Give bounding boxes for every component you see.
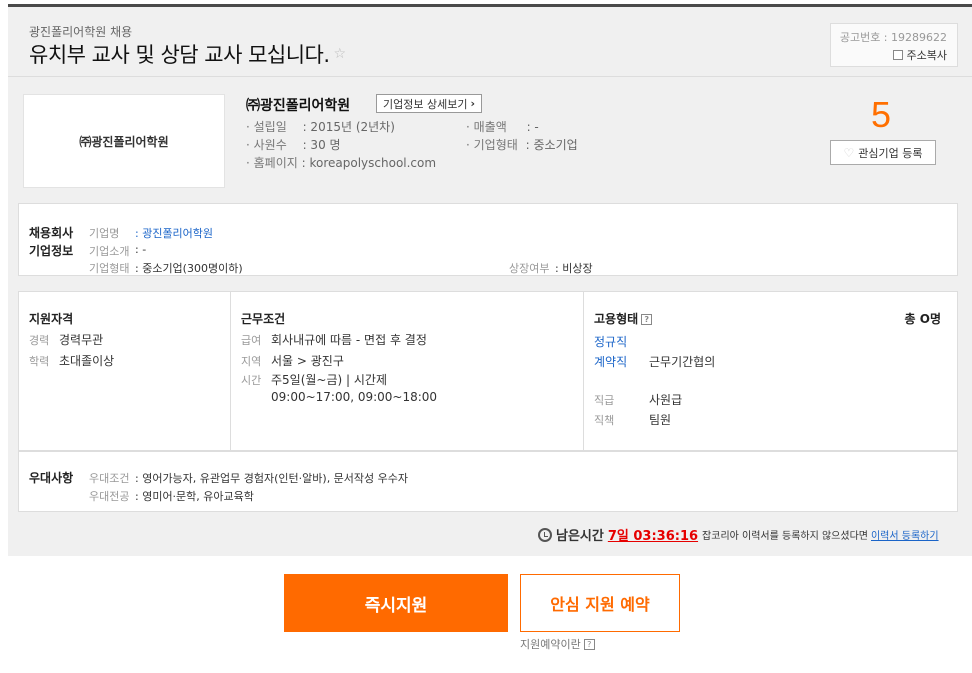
copy-icon	[892, 50, 903, 60]
reserve-apply-button[interactable]: 안심 지원 예약	[520, 574, 680, 632]
contract-note: 근무기간협의	[649, 355, 716, 369]
revenue-row: · 매출액 : -	[466, 118, 539, 135]
founded-value: : 2015년 (2년차)	[302, 120, 395, 134]
homepage-label: · 홈페이지	[246, 156, 298, 170]
copy-address-label: 주소복사	[906, 49, 947, 62]
notice-box: 공고번호 : 19289622 주소복사	[830, 23, 958, 67]
remaining-time-label: 남은시간	[556, 529, 604, 544]
homepage-row: · 홈페이지 : koreapolyschool.com	[246, 154, 436, 171]
revenue-label: · 매출액	[466, 120, 507, 134]
company-intro-value: : -	[135, 243, 147, 256]
company-name[interactable]: ㈜광진폴리어학원	[246, 95, 350, 115]
preference-cond-label: 우대조건	[89, 472, 130, 485]
company-intro-label: 기업소개	[89, 245, 130, 258]
salary-value: 회사내규에 따름 - 면접 후 결정	[271, 333, 427, 347]
preference-major-value: : 영미어·문학, 유아교육학	[135, 490, 254, 503]
time-label: 시간	[241, 374, 262, 387]
employees-value: : 30 명	[302, 138, 341, 152]
preference-cond-value: : 영어가능자, 유관업무 경험자(인턴·알바), 문서작성 우수자	[135, 472, 409, 485]
career-value: 경력무관	[59, 333, 104, 347]
location-value: 서울 > 광진구	[271, 354, 344, 368]
resume-note: 잡코리아 이력서를 등록하지 않으셨다면	[702, 531, 868, 542]
preference-box: 우대사항 우대조건 : 영어가능자, 유관업무 경험자(인턴·알바), 문서작성…	[18, 451, 958, 512]
company-form-label: 기업형태	[89, 262, 130, 275]
listing-value: : 비상장	[555, 262, 593, 275]
education-value: 초대졸이상	[59, 354, 115, 368]
rank-label: 직급	[594, 394, 615, 407]
chevron-right-icon: ›	[470, 97, 476, 110]
heart-icon: ♡	[843, 145, 855, 160]
listing-label: 상장여부	[509, 262, 550, 275]
founded-label: · 설립일	[246, 120, 287, 134]
apply-now-button[interactable]: 즉시지원	[284, 574, 508, 632]
company-logo[interactable]: ㈜광진폴리어학원	[23, 94, 225, 188]
education-label: 학력	[29, 355, 50, 368]
company-info-heading-1: 채용회사	[29, 226, 74, 240]
position-label: 직책	[594, 414, 615, 427]
company-form-value: : 중소기업(300명이하)	[135, 262, 243, 275]
job-title: 유치부 교사 및 상담 교사 모십니다.	[29, 43, 330, 67]
star-icon[interactable]: ☆	[334, 46, 347, 62]
location-label: 지역	[241, 355, 262, 368]
help-icon[interactable]: ?	[641, 314, 653, 325]
employees-label: · 사원수	[246, 138, 287, 152]
reserve-help-label: 지원예약이란	[520, 638, 581, 651]
company-name-label: 기업명	[89, 227, 120, 240]
company-type-row: · 기업형태 : 중소기업	[466, 136, 578, 153]
total-count: 총 O명	[904, 312, 941, 326]
company-info-heading-2: 기업정보	[29, 244, 74, 258]
employment-type-regular[interactable]: 정규직	[594, 333, 627, 350]
company-name-value[interactable]: : 광진폴리어학원	[135, 225, 213, 241]
interest-count: 5	[871, 94, 892, 135]
employees-row: · 사원수 : 30 명	[246, 136, 341, 153]
remaining-time-value: 7일 03:36:16	[607, 529, 699, 544]
column-divider	[583, 292, 584, 450]
interest-company-label: 관심기업 등록	[858, 146, 923, 160]
preference-major-label: 우대전공	[89, 490, 130, 503]
page-title: 유치부 교사 및 상담 교사 모십니다. ☆	[29, 39, 346, 69]
copy-address-button[interactable]: 주소복사	[892, 47, 947, 63]
job-conditions-box: 지원자격 경력 경력무관 학력 초대졸이상 근무조건 급여 회사내규에 따름 -…	[18, 291, 958, 451]
position-value: 팀원	[649, 413, 672, 427]
job-posting-panel: 광진폴리어학원 채용 유치부 교사 및 상담 교사 모십니다. ☆ 공고번호 :…	[8, 4, 972, 556]
company-info-box: 채용회사 기업정보 기업명 : 광진폴리어학원 기업소개 : - 기업형태 : …	[18, 203, 958, 276]
company-type-value: : 중소기업	[525, 138, 578, 152]
employment-heading-label: 고용형태	[594, 312, 639, 326]
column-divider	[230, 292, 231, 450]
interest-company-button[interactable]: ♡ 관심기업 등록	[830, 140, 936, 165]
career-label: 경력	[29, 334, 50, 347]
founded-row: · 설립일 : 2015년 (2년차)	[246, 118, 395, 135]
company-type-label: · 기업형태	[466, 138, 518, 152]
remaining-time-row: 남은시간 7일 03:36:16 잡코리아 이력서를 등록하지 않으셨다면 이력…	[538, 525, 939, 544]
employment-type-contract[interactable]: 계약직	[594, 353, 627, 370]
company-detail-label: 기업정보 상세보기	[383, 97, 468, 111]
header-divider	[8, 76, 972, 77]
conditions-heading: 근무조건	[241, 312, 286, 326]
reserve-help-link[interactable]: 지원예약이란 ?	[520, 636, 595, 652]
time-detail: 09:00~17:00, 09:00~18:00	[271, 390, 438, 404]
preference-heading: 우대사항	[29, 471, 74, 485]
rank-value: 사원급	[649, 393, 683, 407]
register-resume-link[interactable]: 이력서 등록하기	[871, 527, 939, 542]
time-value: 주5일(월~금) | 시간제	[271, 373, 388, 387]
homepage-value[interactable]: : koreapolyschool.com	[302, 156, 436, 170]
clock-icon	[538, 527, 552, 542]
salary-label: 급여	[241, 334, 262, 347]
notice-number: 공고번호 : 19289622	[839, 31, 947, 44]
hiring-company-label: 광진폴리어학원 채용	[29, 25, 133, 39]
help-icon: ?	[583, 638, 595, 650]
company-detail-button[interactable]: 기업정보 상세보기 ›	[376, 94, 483, 113]
revenue-value: : -	[526, 120, 539, 134]
qualification-heading: 지원자격	[29, 312, 74, 326]
employment-heading: 고용형태?	[594, 310, 653, 327]
